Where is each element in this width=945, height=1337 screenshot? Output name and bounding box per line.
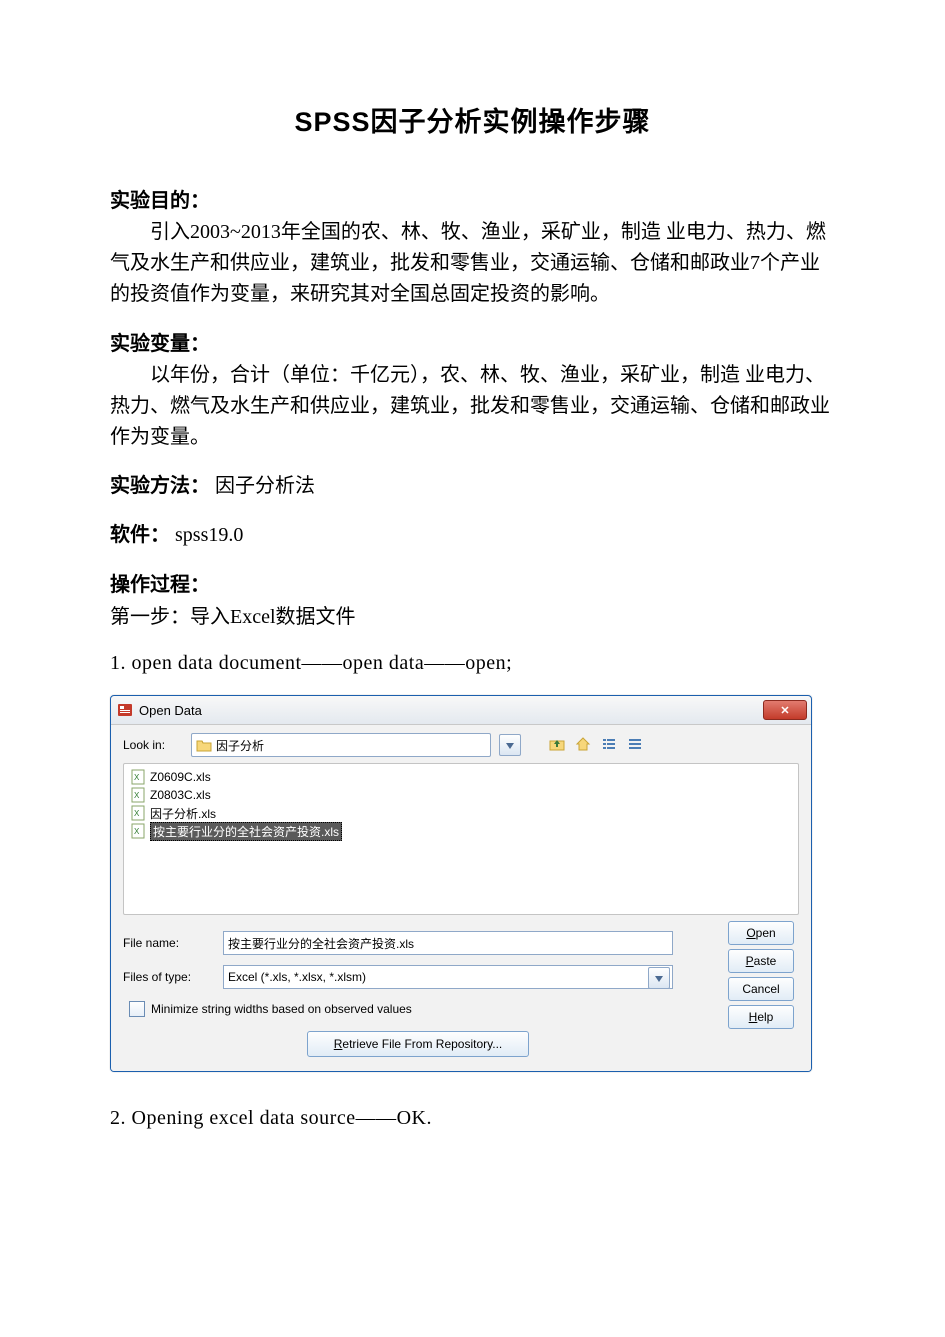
software-value: spss19.0: [175, 524, 243, 546]
heading-method: 实验方法：: [110, 475, 210, 497]
excel-file-icon: X: [130, 769, 146, 785]
page-title: SPSS因子分析实例操作步骤: [110, 100, 835, 139]
list-item-selected[interactable]: X 按主要行业分的全社会资产投资.xls: [130, 822, 792, 840]
paste-button[interactable]: Paste: [728, 949, 794, 973]
variables-text: 以年份，合计（单位：千亿元），农、林、牧、渔业，采矿业，制造 业电力、热力、燃气…: [110, 360, 835, 453]
lookin-dropdown-button[interactable]: [499, 734, 521, 756]
minimize-checkbox[interactable]: [129, 1001, 145, 1017]
minimize-label: Minimize string widths based on observed…: [151, 1002, 412, 1016]
excel-file-icon: X: [130, 823, 146, 839]
svg-text:X: X: [134, 791, 140, 800]
file-list[interactable]: X Z0609C.xls X Z0803C.xls X 因子分析.xls X 按…: [123, 763, 799, 915]
up-folder-icon: [549, 736, 565, 755]
heading-variables: 实验变量：: [110, 333, 210, 355]
repo-btn-rest: etrieve File From Repository...: [342, 1037, 502, 1051]
filename-input[interactable]: 按主要行业分的全社会资产投资.xls: [223, 931, 673, 955]
filetype-label: Files of type:: [123, 970, 213, 984]
step1-heading: 第一步：导入Excel数据文件: [110, 601, 835, 633]
close-button[interactable]: ✕: [763, 700, 807, 720]
file-name: 按主要行业分的全社会资产投资.xls: [150, 822, 342, 841]
filetype-dropdown-button[interactable]: [648, 967, 670, 989]
help-button[interactable]: Help: [728, 1005, 794, 1029]
list-item[interactable]: X Z0609C.xls: [130, 768, 792, 786]
filetype-dropdown[interactable]: Excel (*.xls, *.xlsx, *.xlsm): [223, 965, 673, 989]
method-value: 因子分析法: [215, 475, 315, 497]
svg-text:X: X: [134, 773, 140, 782]
filename-label: File name:: [123, 936, 213, 950]
step2-instruction: 2. Opening excel data source——OK.: [110, 1102, 835, 1134]
filetype-value: Excel (*.xls, *.xlsx, *.xlsm): [228, 970, 366, 984]
details-view-button[interactable]: [599, 735, 619, 755]
dialog-title: Open Data: [139, 703, 763, 718]
file-name: 因子分析.xls: [150, 805, 216, 822]
dialog-titlebar[interactable]: Open Data ✕: [111, 696, 811, 725]
purpose-text: 引入2003~2013年全国的农、林、牧、渔业，采矿业，制造 业电力、热力、燃气…: [110, 217, 835, 310]
retrieve-repository-button[interactable]: Retrieve File From Repository...: [307, 1031, 529, 1057]
spss-app-icon: [117, 702, 133, 718]
list-icon: [627, 736, 643, 755]
folder-icon: [196, 738, 212, 752]
open-data-dialog: Open Data ✕ Look in: 因子分析: [110, 695, 812, 1072]
excel-file-icon: X: [130, 787, 146, 803]
details-icon: [601, 736, 617, 755]
lookin-label: Look in:: [123, 738, 183, 752]
heading-software: 软件：: [110, 524, 170, 546]
list-view-button[interactable]: [625, 735, 645, 755]
list-item[interactable]: X 因子分析.xls: [130, 804, 792, 822]
svg-text:X: X: [134, 809, 140, 818]
open-button[interactable]: Open: [728, 921, 794, 945]
excel-file-icon: X: [130, 805, 146, 821]
close-icon: ✕: [780, 704, 789, 717]
filename-value: 按主要行业分的全社会资产投资.xls: [228, 935, 414, 952]
chevron-down-icon: [506, 738, 514, 752]
lookin-dropdown[interactable]: 因子分析: [191, 733, 491, 757]
home-icon: [575, 736, 591, 755]
up-folder-button[interactable]: [547, 735, 567, 755]
file-name: Z0609C.xls: [150, 770, 211, 784]
home-button[interactable]: [573, 735, 593, 755]
file-name: Z0803C.xls: [150, 788, 211, 802]
cancel-button[interactable]: Cancel: [728, 977, 794, 1001]
list-item[interactable]: X Z0803C.xls: [130, 786, 792, 804]
heading-purpose: 实验目的：: [110, 190, 210, 212]
step1-instruction: 1. open data document——open data——open;: [110, 647, 835, 679]
chevron-down-icon: [655, 971, 663, 985]
lookin-value: 因子分析: [216, 737, 264, 754]
svg-text:X: X: [134, 827, 140, 836]
heading-procedure: 操作过程：: [110, 574, 210, 596]
